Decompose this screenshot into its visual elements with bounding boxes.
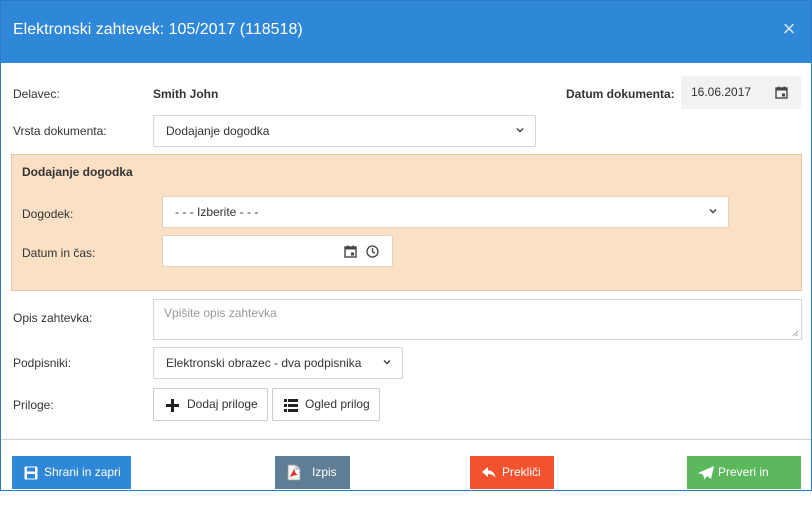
cancel-label: Prekliči (502, 465, 541, 479)
print-label: Izpis (312, 465, 337, 479)
calendar-icon[interactable] (775, 86, 788, 99)
description-textarea[interactable]: Vpišite opis zahtevka (153, 299, 802, 340)
event-label: Dogodek: (22, 207, 74, 221)
description-placeholder: Vpišite opis zahtevka (164, 306, 277, 320)
datetime-input[interactable] (162, 235, 393, 267)
view-attachments-button[interactable]: Ogled prilog (272, 388, 380, 421)
view-attachments-label: Ogled prilog (305, 397, 370, 411)
doc-date-field[interactable]: 16.06.2017 (681, 76, 801, 109)
doc-date-label: Datum dokumenta: (566, 87, 675, 101)
reply-icon (482, 467, 496, 478)
footer-divider (1, 439, 811, 440)
resize-handle-icon[interactable] (792, 330, 799, 337)
chevron-down-icon (709, 208, 717, 214)
datetime-label: Datum in čas: (22, 246, 96, 260)
save-icon (24, 466, 38, 480)
chevron-down-icon (516, 127, 524, 133)
doc-type-value: Dodajanje dogodka (166, 124, 270, 138)
plus-icon (166, 399, 179, 412)
attachments-label: Priloge: (13, 398, 54, 412)
add-attachments-label: Dodaj priloge (187, 397, 258, 411)
doc-type-select[interactable]: Dodajanje dogodka (153, 115, 536, 147)
list-icon (284, 399, 298, 412)
save-and-close-label: Shrani in zapri (44, 465, 121, 479)
chevron-down-icon (383, 359, 391, 365)
signers-select[interactable]: Elektronski obrazec - dva podpisnika (153, 347, 403, 379)
close-icon[interactable]: × (775, 15, 803, 43)
dialog-header: Elektronski zahtevek: 105/2017 (118518) … (1, 1, 811, 63)
check-and-submit-button[interactable]: Preveri in oddaj (687, 456, 801, 512)
signers-label: Podpisniki: (13, 356, 72, 370)
event-select[interactable]: - - - Izberite - - - (162, 196, 729, 228)
print-button[interactable]: Izpis (275, 456, 350, 489)
worker-label: Delavec: (13, 87, 60, 101)
description-label: Opis zahtevka: (13, 311, 93, 325)
clock-icon[interactable] (366, 245, 379, 258)
cancel-button[interactable]: Prekliči (470, 456, 554, 489)
signers-value: Elektronski obrazec - dva podpisnika (166, 356, 362, 370)
dialog-title: Elektronski zahtevek: 105/2017 (118518) (13, 21, 303, 38)
worker-value: Smith John (153, 87, 219, 101)
check-and-submit-label: Preveri in oddaj (718, 465, 769, 512)
event-panel: Dodajanje dogodka Dogodek: - - - Izberit… (11, 154, 802, 291)
request-dialog: Elektronski zahtevek: 105/2017 (118518) … (0, 0, 812, 512)
save-and-close-button[interactable]: Shrani in zapri (12, 456, 131, 489)
event-panel-title: Dodajanje dogodka (22, 165, 133, 179)
paper-plane-icon (698, 466, 714, 480)
doc-date-value: 16.06.2017 (691, 85, 752, 99)
pdf-icon (287, 464, 301, 481)
doc-type-label: Vrsta dokumenta: (13, 124, 107, 138)
add-attachments-button[interactable]: Dodaj priloge (153, 388, 268, 421)
event-value: - - - Izberite - - - (175, 205, 259, 219)
calendar-icon[interactable] (344, 245, 357, 258)
